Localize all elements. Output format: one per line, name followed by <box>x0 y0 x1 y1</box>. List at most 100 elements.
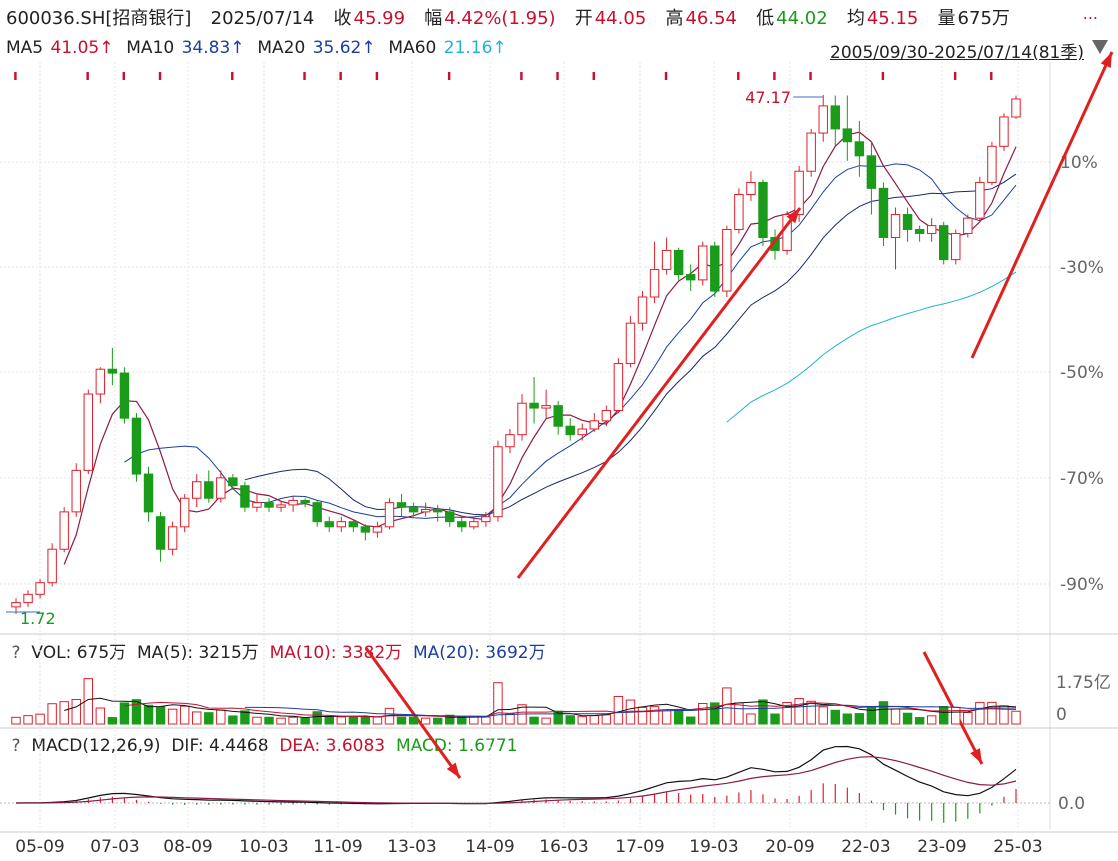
vol-bar-40 <box>493 682 503 725</box>
macd-tick-0: 0.0 <box>1058 794 1085 814</box>
trend-arrow-2-head <box>1100 52 1112 68</box>
vol-bar-20 <box>252 716 262 725</box>
vol-bar-15 <box>192 711 202 725</box>
x-tick-9: 19-03 <box>689 837 738 857</box>
vol-bar-62 <box>758 699 768 725</box>
candle-body-43 <box>529 402 539 409</box>
vol-bar-7 <box>95 707 106 725</box>
event-marker-36: ı <box>447 68 452 84</box>
vol-bar-49 <box>601 714 612 725</box>
trend-arrow-1 <box>516 207 802 579</box>
candle-body-55 <box>673 249 684 276</box>
vol-bar-78 <box>951 706 961 725</box>
candle-body-20 <box>252 502 262 508</box>
x-tick-13: 25-03 <box>993 837 1042 857</box>
vol-bar-70 <box>854 713 865 725</box>
candle-body-30 <box>372 526 383 533</box>
vol-bar-74 <box>902 712 913 725</box>
candle-body-40 <box>493 446 503 518</box>
x-tick-0: 05-09 <box>15 837 64 857</box>
event-marker-27: ı <box>338 68 343 84</box>
vol-bar-13 <box>167 708 178 725</box>
vol-bar-16 <box>204 712 214 725</box>
vol-bar-46 <box>565 715 575 725</box>
vol-bar-37 <box>457 716 467 725</box>
event-marker-42: ı <box>519 68 524 84</box>
vol-bar-61 <box>746 713 756 725</box>
candle-body-16 <box>204 481 214 499</box>
candle-body-14 <box>179 497 190 528</box>
candle-body-35 <box>432 509 443 513</box>
candle-body-42 <box>517 402 527 436</box>
vol-bar-50 <box>613 696 624 725</box>
candle-body-5 <box>71 469 81 513</box>
price-tick-3: -70% <box>1060 469 1104 489</box>
event-marker-48: ı <box>591 68 596 84</box>
candle-body-17 <box>216 477 226 499</box>
vol-bar-55 <box>673 709 684 725</box>
candle-body-10 <box>131 417 142 475</box>
vol-bar-68 <box>830 709 840 725</box>
vol-bar-21 <box>264 716 274 725</box>
candle-body-83 <box>1011 98 1021 118</box>
vol-bar-34 <box>420 717 431 725</box>
price-tick-2: -50% <box>1060 363 1104 383</box>
vol-bar-5 <box>71 699 81 725</box>
candle-body-29 <box>360 526 371 533</box>
vol-bar-0 <box>11 716 21 725</box>
x-tick-5: 13-03 <box>387 837 436 857</box>
vol-bar-48 <box>589 715 600 725</box>
x-tick-2: 08-09 <box>163 837 212 857</box>
candle-body-77 <box>938 225 949 261</box>
candle-body-49 <box>601 410 612 422</box>
candle-body-80 <box>975 181 985 219</box>
candle-body-37 <box>457 521 467 528</box>
candle-body-56 <box>685 274 696 281</box>
candle-body-60 <box>734 194 744 230</box>
candle-body-50 <box>613 363 624 412</box>
candle-body-8 <box>107 368 118 374</box>
candle-body-78 <box>951 232 961 261</box>
vol-bar-63 <box>770 713 780 725</box>
vol-bar-54 <box>661 710 672 725</box>
event-marker-30: ı <box>374 68 379 84</box>
x-tick-12: 23-09 <box>917 837 966 857</box>
candle-body-23 <box>288 499 298 506</box>
vol-bar-56 <box>685 716 696 725</box>
candle-body-1 <box>23 593 33 604</box>
vol-bar-73 <box>890 708 901 725</box>
candle-body-75 <box>914 228 925 234</box>
vol-bar-65 <box>794 698 804 725</box>
vol-bar-75 <box>914 717 925 725</box>
trend-arrow-4-head <box>970 748 982 764</box>
price-tick-1: -30% <box>1060 258 1104 278</box>
x-tick-1: 07-03 <box>90 837 139 857</box>
vol-bar-67 <box>818 706 828 725</box>
vol-bar-79 <box>963 711 973 725</box>
vol-bar-26 <box>324 716 334 725</box>
candle-body-38 <box>469 521 479 528</box>
price-tick-4: -90% <box>1060 575 1104 595</box>
vol-bar-72 <box>878 701 889 725</box>
candle-body-3 <box>47 548 57 584</box>
trend-arrow-2 <box>970 51 1114 359</box>
candle-body-62 <box>758 181 768 239</box>
event-marker-6: ı <box>85 68 90 84</box>
kline-chart[interactable]: 10%-30%-50%-70%-90%ı ı ı ı ı ı ı ı ı ı ı ı ı ı ı ı ı ı ı47… <box>0 0 1118 861</box>
candle-body-46 <box>565 425 575 436</box>
candle-body-76 <box>926 225 937 234</box>
candle-body-39 <box>481 516 491 523</box>
x-tick-10: 20-09 <box>765 837 814 857</box>
event-marker-66: ı <box>808 68 813 84</box>
vol-bar-28 <box>348 716 359 725</box>
vol-bar-3 <box>47 703 57 725</box>
candle-body-12 <box>155 516 166 550</box>
vol-bar-83 <box>1011 710 1021 725</box>
vol-tick-0: 1.75亿 <box>1056 673 1111 693</box>
vol-tick-1: 0 <box>1056 705 1067 725</box>
vol-bar-60 <box>734 702 744 725</box>
event-marker-72: ı <box>880 68 885 84</box>
vol-bar-41 <box>505 713 515 725</box>
event-marker-0: ı <box>13 68 18 84</box>
candle-body-53 <box>649 268 660 298</box>
